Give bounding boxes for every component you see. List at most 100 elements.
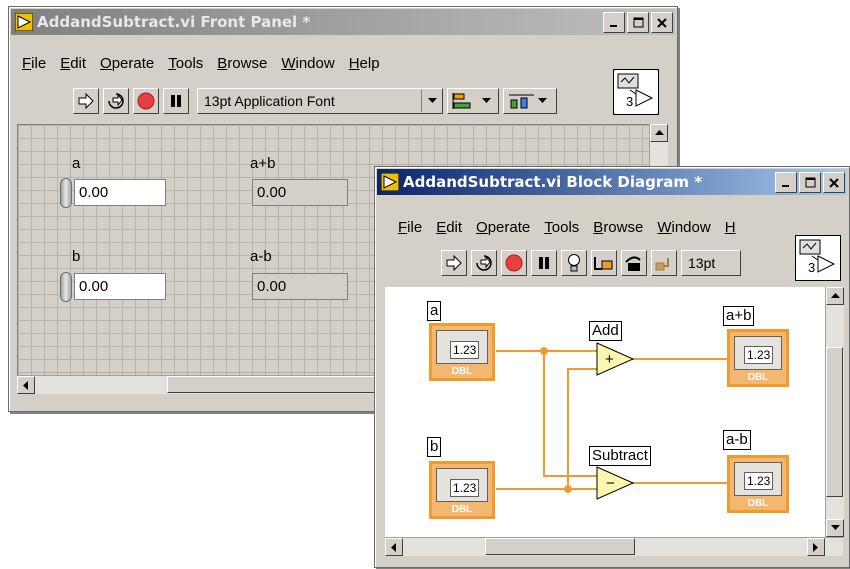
scroll-left-button[interactable] <box>385 538 403 556</box>
run-button[interactable] <box>441 250 467 276</box>
vi-icon[interactable]: 3 <box>795 235 841 281</box>
minimize-icon <box>610 24 617 27</box>
block-diagram-menu-h-6[interactable]: H <box>718 219 743 236</box>
front-panel-menu-f-0[interactable]: File <box>15 55 53 72</box>
block-diagram-menu-t-3[interactable]: Tools <box>537 219 586 236</box>
run-continuously-button[interactable] <box>103 88 129 114</box>
block-diagram-title: AddandSubtract.vi Block Diagram * <box>403 173 703 191</box>
block-diagram-menu-f-0[interactable]: File <box>391 219 429 236</box>
block-diagram-window: AddandSubtract.vi Block Diagram * File Ed… <box>374 166 850 568</box>
terminal-diff-label: a-b <box>723 430 751 450</box>
indicator-sum-field: 0.00 <box>252 179 348 206</box>
vertical-scroll-thumb[interactable] <box>826 347 843 497</box>
abort-button[interactable] <box>133 88 159 114</box>
indicator-diff-field: 0.00 <box>252 273 348 300</box>
wire-b-to-add <box>567 368 601 489</box>
font-selector[interactable]: 13pt Application Font <box>197 88 443 114</box>
front-panel-menu-e-1[interactable]: Edit <box>53 55 93 72</box>
block-diagram-canvas[interactable]: + − a 1.23 DBL b 1.23 DBL Add Subtract a… <box>385 287 825 537</box>
step-into-icon <box>625 256 641 271</box>
add-node-label: Add <box>589 321 622 341</box>
block-diagram-menu-b-4[interactable]: Browse <box>586 219 650 236</box>
font-selector[interactable]: 13pt <box>681 250 741 276</box>
pause-icon <box>171 95 181 107</box>
scroll-left-button[interactable] <box>17 376 35 394</box>
front-panel-menu-w-5[interactable]: Window <box>274 55 341 72</box>
terminal-diff-value: 1.23 <box>744 472 774 490</box>
terminal-b[interactable]: 1.23 DBL <box>429 461 495 519</box>
control-b-increment-decrement[interactable] <box>60 272 72 302</box>
wire-junction-b <box>564 485 572 493</box>
close-button[interactable] <box>823 172 845 193</box>
distribute-objects-button[interactable] <box>503 88 557 114</box>
front-panel-menu-t-3[interactable]: Tools <box>161 55 210 72</box>
scroll-down-button[interactable] <box>826 519 844 537</box>
close-button[interactable] <box>651 12 673 33</box>
vi-icon-number: 3 <box>626 94 634 109</box>
vi-icon[interactable]: 3 <box>613 69 659 115</box>
front-panel-menu-o-2[interactable]: Operate <box>93 55 161 72</box>
highlight-execution-button[interactable] <box>561 250 587 276</box>
run-button[interactable] <box>73 88 99 114</box>
minimize-icon <box>782 184 789 187</box>
minimize-button[interactable] <box>603 12 625 33</box>
chevron-left-icon <box>23 380 28 390</box>
block-diagram-titlebar[interactable]: AddandSubtract.vi Block Diagram * <box>377 169 847 195</box>
indicator-sum-label: a+b <box>250 155 276 172</box>
step-over-button[interactable] <box>651 250 677 276</box>
terminal-sum[interactable]: 1.23 DBL <box>727 329 789 387</box>
terminal-sum-type: DBL <box>747 372 769 383</box>
align-objects-icon <box>452 93 471 109</box>
chevron-right-icon <box>813 542 818 552</box>
front-panel-menu-b-4[interactable]: Browse <box>210 55 274 72</box>
terminal-a[interactable]: 1.23 DBL <box>429 323 495 381</box>
scroll-up-button[interactable] <box>650 124 668 142</box>
subtract-minus-icon: − <box>606 475 615 492</box>
control-b-field[interactable]: 0.00 <box>74 273 166 300</box>
control-a-field[interactable]: 0.00 <box>74 179 166 206</box>
terminal-b-type: DBL <box>451 504 473 515</box>
scroll-right-button[interactable] <box>807 538 825 556</box>
retain-wire-values-button[interactable] <box>591 250 617 276</box>
control-b-label: b <box>72 248 81 265</box>
align-objects-button[interactable] <box>447 88 499 114</box>
font-dropdown-arrow[interactable] <box>421 90 442 112</box>
terminal-b-value: 1.23 <box>450 479 480 497</box>
chevron-up-icon <box>830 293 840 298</box>
abort-stop-icon <box>137 92 155 110</box>
scroll-up-button[interactable] <box>826 287 844 305</box>
abort-button[interactable] <box>501 250 527 276</box>
block-diagram-menu-e-1[interactable]: Edit <box>429 219 469 236</box>
chevron-down-icon <box>427 98 437 103</box>
pause-button[interactable] <box>531 250 557 276</box>
terminal-sum-label: a+b <box>723 306 755 326</box>
block-diagram-menu-o-2[interactable]: Operate <box>469 219 537 236</box>
add-plus-icon: + <box>605 351 614 368</box>
maximize-icon <box>805 177 815 188</box>
run-arrow-icon <box>446 255 462 271</box>
horizontal-scroll-thumb[interactable] <box>485 538 635 555</box>
horizontal-scroll-thumb[interactable] <box>167 376 387 393</box>
pause-button[interactable] <box>163 88 189 114</box>
control-a-increment-decrement[interactable] <box>60 178 72 208</box>
minimize-button[interactable] <box>775 172 797 193</box>
chevron-left-icon <box>391 542 396 552</box>
terminal-diff[interactable]: 1.23 DBL <box>727 455 789 513</box>
terminal-sum-value: 1.23 <box>744 346 774 364</box>
block-diagram-horizontal-scrollbar[interactable] <box>385 537 843 556</box>
retain-wire-values-icon <box>594 257 613 270</box>
chevron-down-icon <box>538 98 547 103</box>
front-panel-menu-h-6[interactable]: Help <box>342 55 387 72</box>
block-diagram-menu-w-5[interactable]: Window <box>650 219 717 236</box>
chevron-down-icon <box>482 98 491 103</box>
front-panel-title: AddandSubtract.vi Front Panel * <box>37 13 311 31</box>
block-diagram-toolbar: 13pt <box>441 250 741 276</box>
font-selector-label: 13pt <box>688 255 716 271</box>
run-continuously-button[interactable] <box>471 250 497 276</box>
run-continuously-icon <box>108 93 124 109</box>
maximize-button[interactable] <box>799 172 821 193</box>
front-panel-titlebar[interactable]: AddandSubtract.vi Front Panel * <box>11 9 675 35</box>
block-diagram-vertical-scrollbar[interactable] <box>825 287 844 537</box>
maximize-button[interactable] <box>627 12 649 33</box>
step-into-button[interactable] <box>621 250 647 276</box>
